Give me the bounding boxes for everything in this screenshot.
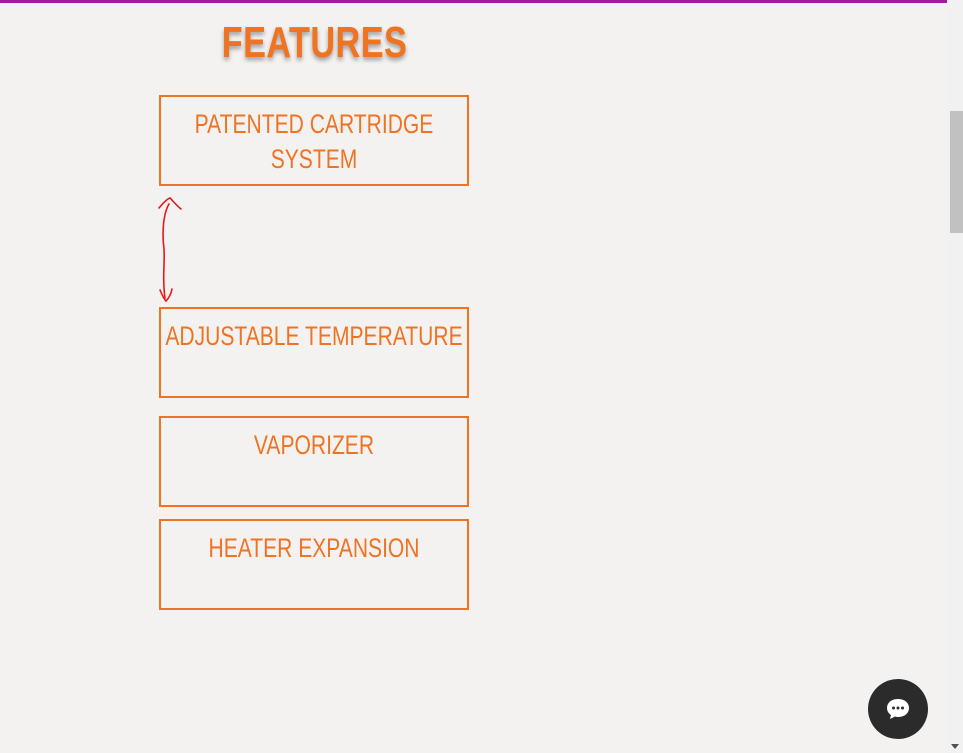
scroll-down-button[interactable]: [947, 739, 963, 753]
page: FEATURES PATENTED CARTRIDGE SYSTEM ADJUS…: [0, 0, 963, 753]
feature-label: PATENTED CARTRIDGE SYSTEM: [194, 109, 434, 174]
top-border: [0, 0, 947, 3]
vertical-scrollbar[interactable]: [947, 0, 963, 753]
scrollbar-thumb[interactable]: [950, 111, 963, 233]
feature-box-adjustable-temperature[interactable]: ADJUSTABLE TEMPERATURE: [159, 307, 469, 398]
features-heading: FEATURES: [221, 18, 408, 67]
chevron-down-icon: [951, 743, 959, 749]
feature-label: HEATER EXPANSION: [208, 533, 420, 563]
feature-box-vaporizer[interactable]: VAPORIZER: [159, 416, 469, 507]
feature-box-patented-cartridge[interactable]: PATENTED CARTRIDGE SYSTEM: [159, 95, 469, 186]
feature-label: ADJUSTABLE TEMPERATURE: [165, 321, 463, 351]
feature-label: VAPORIZER: [253, 430, 375, 460]
double-headed-arrow-icon: [158, 197, 182, 303]
chat-button[interactable]: [868, 679, 928, 739]
feature-box-heater-expansion[interactable]: HEATER EXPANSION: [159, 519, 469, 610]
chat-bubble-icon: [887, 699, 909, 719]
